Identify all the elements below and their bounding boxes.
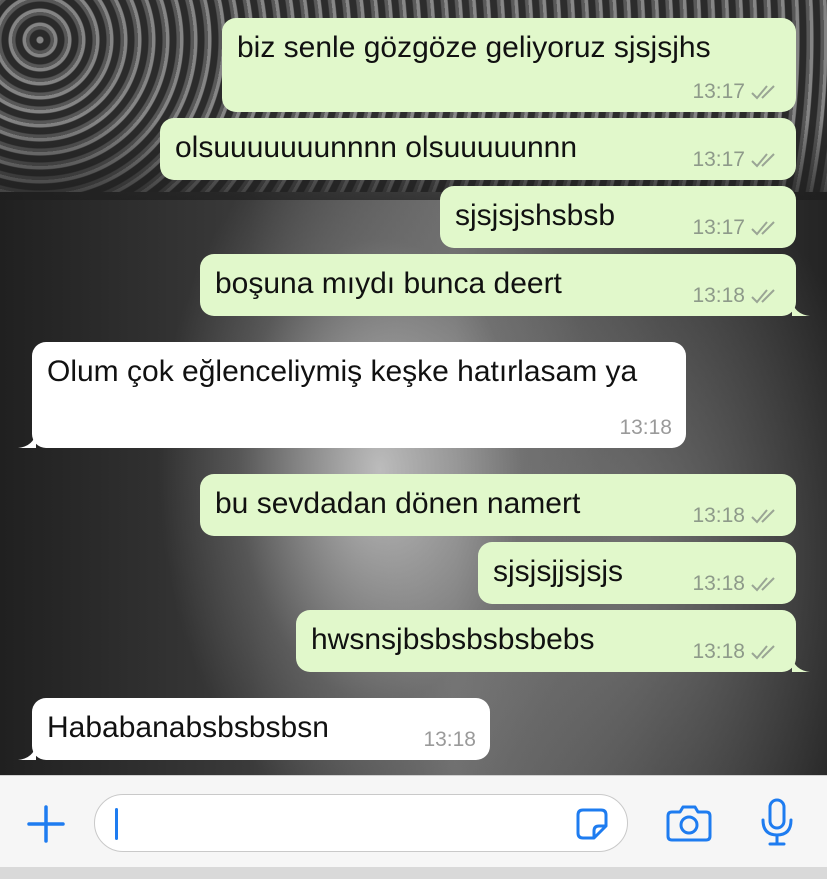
message-meta: 13:18 [692, 640, 782, 664]
double-check-icon [751, 153, 775, 168]
message-text: bu sevdadan dönen namert [215, 487, 581, 520]
message-text: sjsjsjjsjsjs [493, 555, 623, 588]
message-bubble-outgoing[interactable]: bu sevdadan dönen namert 13:18 [200, 474, 796, 536]
message-text: Hababanabsbsbsbsn [47, 711, 329, 744]
message-time: 13:18 [692, 640, 745, 663]
message-composer [0, 775, 827, 868]
message-bubble-outgoing[interactable]: sjsjsjshsbsb 13:17 [440, 186, 796, 248]
message-text: Olum çok eğlenceliymiş keşke hatırlasam … [47, 355, 638, 388]
message-text: hwsnsjbsbsbsbsbebs [311, 623, 595, 656]
message-bubble-outgoing[interactable]: sjsjsjjsjsjs 13:18 [478, 542, 796, 604]
message-meta: 13:18 [692, 284, 782, 308]
message-bubble-incoming[interactable]: Hababanabsbsbsbsn 13:18 [18, 698, 490, 760]
message-meta: 13:17 [692, 216, 782, 240]
message-text: boşuna mıydı bunca deert [215, 267, 562, 300]
double-check-icon [751, 645, 775, 660]
double-check-icon [751, 509, 775, 524]
double-check-icon [751, 289, 775, 304]
message-bubble-outgoing[interactable]: hwsnsjbsbsbsbsbebs 13:18 [296, 610, 810, 672]
double-check-icon [751, 577, 775, 592]
message-time: 13:18 [423, 728, 476, 751]
message-meta: 13:17 [692, 80, 782, 104]
message-meta: 13:17 [692, 148, 782, 172]
message-time: 13:18 [692, 572, 745, 595]
message-bubble-outgoing[interactable]: olsuuuuuuunnnn olsuuuuunnn 13:17 [160, 118, 796, 180]
message-time: 13:17 [692, 148, 745, 171]
message-time: 13:18 [692, 284, 745, 307]
microphone-icon[interactable] [760, 798, 794, 848]
message-meta: 13:18 [619, 416, 672, 440]
message-time: 13:17 [692, 80, 745, 103]
double-check-icon [751, 85, 775, 100]
plus-icon[interactable] [26, 804, 66, 844]
message-bubble-outgoing[interactable]: boşuna mıydı bunca deert 13:18 [200, 254, 810, 316]
message-meta: 13:18 [692, 572, 782, 596]
message-input[interactable] [94, 794, 628, 852]
message-bubble-incoming[interactable]: Olum çok eğlenceliymiş keşke hatırlasam … [18, 342, 686, 448]
message-bubble-outgoing[interactable]: biz senle gözgöze geliyoruz sjsjsjhs 13:… [222, 18, 796, 112]
message-time: 13:18 [619, 416, 672, 439]
home-indicator-area [0, 867, 827, 879]
message-text: biz senle gözgöze geliyoruz sjsjsjhs [237, 31, 711, 64]
sticker-icon[interactable] [575, 807, 609, 841]
bubble-tail [18, 432, 36, 448]
bubble-tail [792, 656, 810, 672]
camera-icon[interactable] [666, 804, 712, 842]
message-time: 13:18 [692, 504, 745, 527]
message-meta: 13:18 [692, 504, 782, 528]
message-text: sjsjsjshsbsb [455, 199, 616, 232]
message-text: olsuuuuuuunnnn olsuuuuunnn [175, 131, 578, 164]
bubble-tail [18, 744, 36, 760]
bubble-tail [792, 300, 810, 316]
text-caret [115, 808, 118, 840]
message-time: 13:17 [692, 216, 745, 239]
double-check-icon [751, 221, 775, 236]
message-meta: 13:18 [423, 728, 476, 752]
